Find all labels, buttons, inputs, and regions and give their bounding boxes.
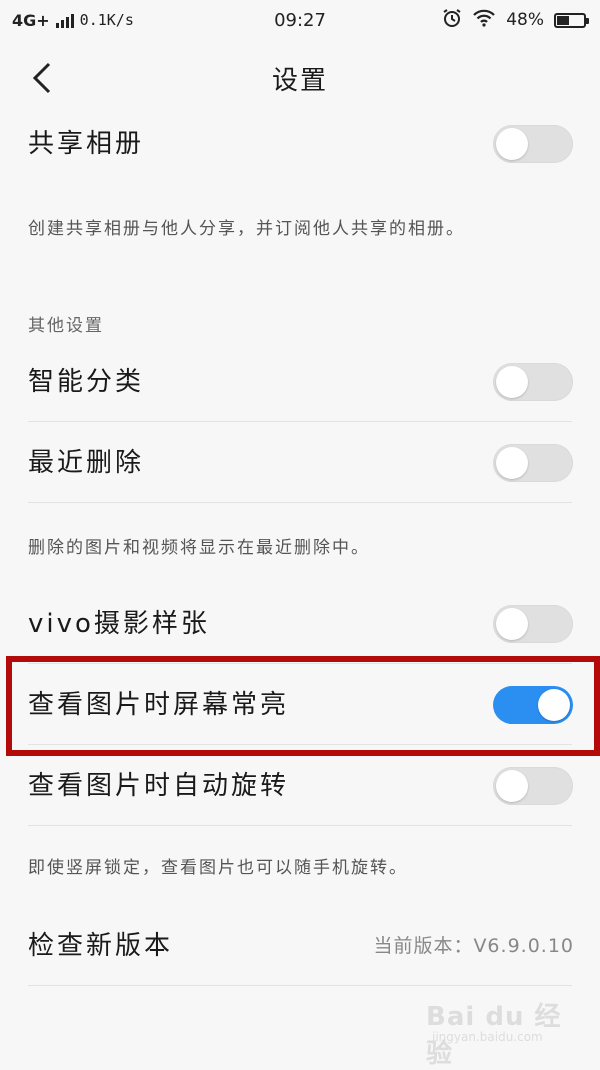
network-speed: 0.1K/s — [79, 11, 134, 29]
shared-album-toggle[interactable] — [493, 125, 573, 163]
page-title: 设置 — [271, 65, 328, 96]
watermark-url: jingyan.baidu.com — [432, 1030, 543, 1044]
alarm-icon — [442, 8, 462, 33]
network-type: 4G+ — [12, 10, 50, 30]
vivo-samples-toggle[interactable] — [493, 605, 573, 643]
smart-classify-toggle[interactable] — [493, 363, 573, 401]
setting-label: 检查新版本 — [28, 931, 174, 961]
divider — [28, 421, 572, 422]
current-version: 当前版本：V6.9.0.10 — [373, 935, 574, 957]
setting-label: 最近删除 — [28, 448, 145, 478]
section-header-other: 其他设置 — [28, 316, 104, 336]
baidu-watermark: Bai du 经验 jingyan.baidu.com — [426, 996, 576, 1069]
divider — [28, 502, 572, 503]
auto-rotate-description: 即使竖屏锁定，查看图片也可以随手机旋转。 — [28, 858, 408, 878]
wifi-icon — [472, 9, 496, 32]
back-icon[interactable] — [24, 58, 60, 98]
setting-row-smart-classify[interactable]: 智能分类 — [0, 342, 600, 422]
recently-deleted-toggle[interactable] — [493, 444, 573, 482]
signal-icon — [55, 12, 74, 28]
divider — [28, 663, 572, 664]
divider — [28, 744, 572, 745]
battery-percent: 48% — [506, 10, 544, 30]
setting-row-recently-deleted[interactable]: 最近删除 — [0, 423, 600, 503]
recently-deleted-description: 删除的图片和视频将显示在最近删除中。 — [28, 538, 370, 558]
setting-row-check-update[interactable]: 检查新版本 当前版本：V6.9.0.10 — [0, 906, 600, 986]
setting-label: 查看图片时自动旋转 — [28, 771, 290, 801]
setting-label: 智能分类 — [28, 367, 145, 397]
setting-row-auto-rotate[interactable]: 查看图片时自动旋转 — [0, 746, 600, 826]
battery-icon — [554, 12, 589, 28]
status-bar: 4G+ 0.1K/s 09:27 48% — [0, 0, 600, 40]
setting-row-shared-album[interactable]: 共享相册 — [0, 104, 600, 184]
setting-label: 查看图片时屏幕常亮 — [28, 690, 290, 720]
divider — [28, 825, 572, 826]
setting-label: vivo摄影样张 — [28, 609, 210, 639]
auto-rotate-toggle[interactable] — [493, 767, 573, 805]
shared-album-description: 创建共享相册与他人分享，并订阅他人共享的相册。 — [28, 219, 465, 239]
keep-screen-on-toggle[interactable] — [493, 686, 573, 724]
setting-row-keep-screen-on[interactable]: 查看图片时屏幕常亮 — [0, 665, 600, 745]
setting-label: 共享相册 — [28, 129, 145, 159]
divider — [28, 985, 572, 986]
setting-row-vivo-samples[interactable]: vivo摄影样张 — [0, 584, 600, 664]
